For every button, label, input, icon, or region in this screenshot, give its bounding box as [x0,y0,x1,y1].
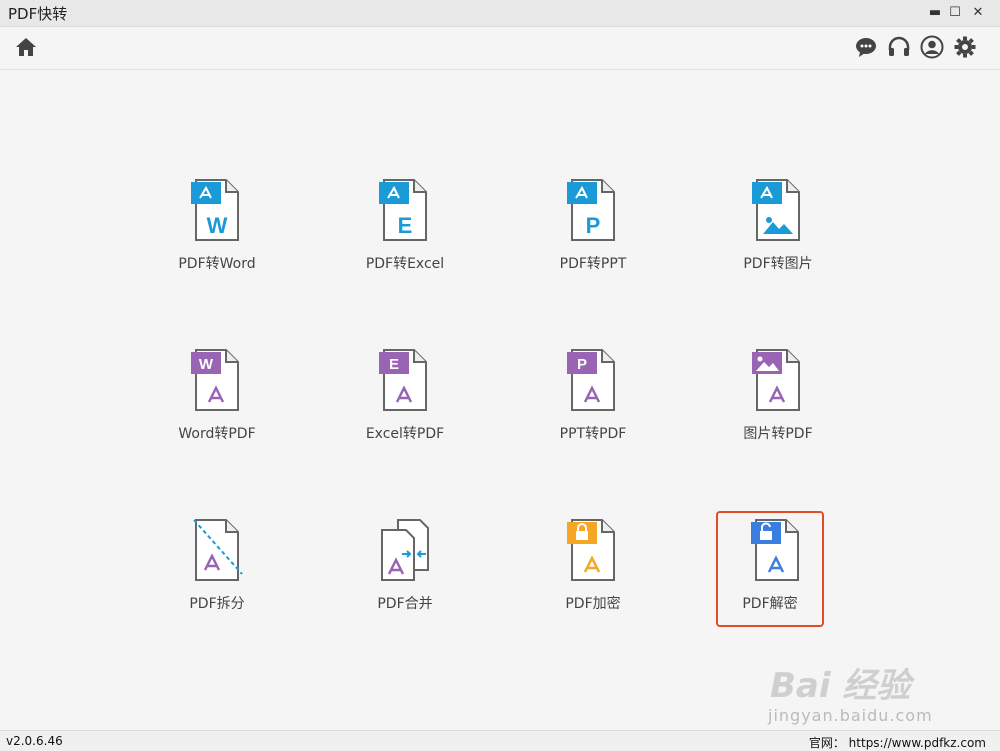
website-label: 官网： [808,736,845,750]
baidu-watermark: Bai 经验 jingyan.baidu.com [760,640,980,730]
tool-word-to-pdf[interactable]: W Word转PDF [162,348,272,458]
svg-text:P: P [586,213,601,238]
pdf-decrypt-icon [751,519,799,581]
tool-label: PDF解密 [742,596,798,612]
pdf-to-excel-icon: E [379,179,427,241]
home-icon[interactable] [14,35,38,59]
word-to-pdf-icon: W [191,349,239,411]
tool-image-to-pdf[interactable]: 图片转PDF [723,348,833,458]
title-bar: PDF快转 ▬ ☐ ✕ [0,0,1000,27]
tool-pdf-encrypt[interactable]: PDF加密 [538,518,648,628]
tool-excel-to-pdf[interactable]: E Excel转PDF [350,348,460,458]
watermark-url: jingyan.baidu.com [768,706,933,725]
gear-icon[interactable] [953,35,977,59]
user-icon[interactable] [920,35,944,59]
website-info: 官网： https://www.pdfkz.com [809,734,986,751]
tool-label: Word转PDF [178,426,256,442]
status-bar: v2.0.6.46 官网： https://www.pdfkz.com [0,730,1000,751]
pdf-split-icon [193,519,243,581]
tool-pdf-to-word[interactable]: W PDF转Word [162,178,272,288]
tool-label: PDF转PPT [559,256,627,272]
tool-label: PPT转PDF [559,426,627,442]
pdf-to-image-icon [752,179,800,241]
tool-pdf-to-image[interactable]: PDF转图片 [723,178,833,288]
tool-label: PDF拆分 [189,596,245,612]
maximize-button[interactable]: ☐ [946,4,964,22]
tool-label: 图片转PDF [743,426,813,442]
chat-icon[interactable] [854,35,878,59]
tool-label: PDF转图片 [743,256,813,272]
tool-pdf-decrypt[interactable]: PDF解密 [716,511,824,627]
tool-grid: W PDF转Word E PDF转Excel P PDF转PPT PDF转图片 … [0,70,1000,730]
svg-text:W: W [199,356,214,373]
svg-text:W: W [207,213,228,238]
tool-pdf-to-excel[interactable]: E PDF转Excel [350,178,460,288]
toolbar [0,27,1000,70]
tool-ppt-to-pdf[interactable]: P PPT转PDF [538,348,648,458]
tool-label: PDF合并 [377,596,433,612]
tool-label: PDF加密 [565,596,621,612]
svg-text:E: E [398,213,413,238]
version-text: v2.0.6.46 [6,734,63,748]
pdf-encrypt-icon [567,519,615,581]
tool-label: PDF转Word [178,256,256,272]
ppt-to-pdf-icon: P [567,349,615,411]
tool-pdf-to-ppt[interactable]: P PDF转PPT [538,178,648,288]
headset-icon[interactable] [887,35,911,59]
excel-to-pdf-icon: E [379,349,427,411]
svg-text:E: E [389,356,399,373]
close-button[interactable]: ✕ [969,4,987,22]
svg-text:P: P [577,356,587,373]
tool-pdf-merge[interactable]: PDF合并 [350,518,460,628]
pdf-to-ppt-icon: P [567,179,615,241]
image-to-pdf-icon [752,349,800,411]
pdf-to-word-icon: W [191,179,239,241]
tool-label: Excel转PDF [365,426,445,442]
tool-pdf-split[interactable]: PDF拆分 [162,518,272,628]
window-title: PDF快转 [8,5,68,23]
tool-label: PDF转Excel [365,256,445,272]
watermark-brand: Bai 经验 [770,666,911,706]
pdf-merge-icon [381,519,429,581]
website-link[interactable]: https://www.pdfkz.com [849,736,986,750]
minimize-button[interactable]: ▬ [926,4,944,22]
